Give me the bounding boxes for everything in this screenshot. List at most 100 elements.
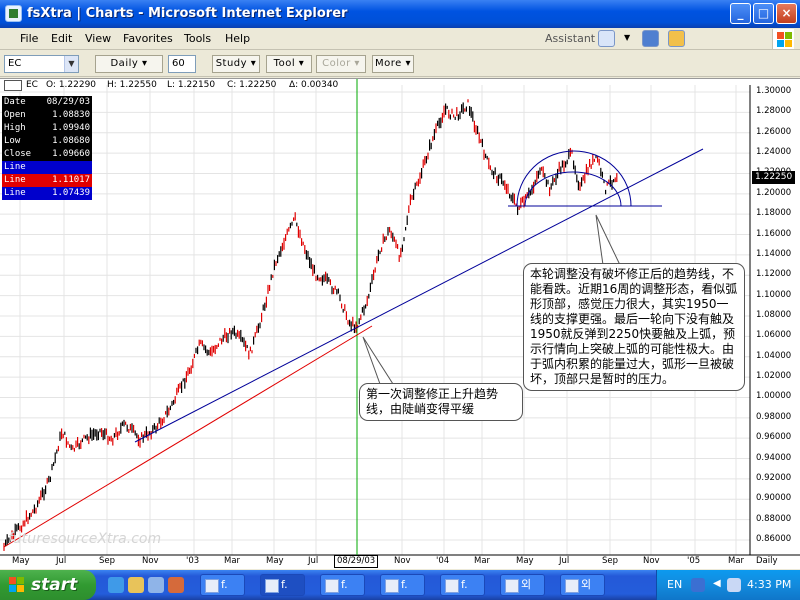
symbol-select[interactable]: EC ▼ bbox=[4, 55, 79, 73]
volume-icon[interactable] bbox=[727, 578, 741, 592]
x-tick-label: Mar bbox=[728, 556, 745, 566]
system-tray: EN ◀ 4:33 PM bbox=[656, 570, 800, 600]
start-button[interactable]: start bbox=[0, 570, 96, 600]
y-tick-label: 1.06000 bbox=[756, 330, 792, 341]
task-item-active[interactable]: f. bbox=[260, 574, 305, 596]
dropdown-arrow-icon[interactable]: ▼ bbox=[624, 33, 630, 42]
start-label: start bbox=[31, 575, 78, 595]
x-tick-label: Mar bbox=[474, 556, 491, 566]
media-icon[interactable] bbox=[168, 577, 184, 593]
x-tick-label: Jul bbox=[308, 556, 319, 566]
study-label: Study bbox=[215, 58, 248, 69]
y-tick-label: 1.04000 bbox=[756, 350, 792, 361]
minimize-button[interactable]: _ bbox=[730, 3, 751, 24]
y-tick-label: 1.12000 bbox=[756, 269, 792, 280]
y-tick-label: 0.96000 bbox=[756, 432, 792, 443]
assistant-label[interactable]: Assistant bbox=[545, 32, 595, 45]
info-open: O: 1.22290 bbox=[46, 80, 97, 90]
chart-type-icon[interactable] bbox=[4, 80, 22, 91]
watermark: futuresourceXtra.com bbox=[8, 531, 162, 547]
maximize-button[interactable]: □ bbox=[753, 3, 774, 24]
bars-input[interactable]: 60 bbox=[168, 55, 196, 73]
data-label: Low bbox=[4, 136, 21, 146]
x-tick-label: Nov bbox=[394, 556, 411, 566]
title-bar: fsXtra | Charts - Microsoft Internet Exp… bbox=[0, 0, 800, 28]
period-axis-label: Daily bbox=[756, 556, 778, 566]
current-price-tag: 1.22250 bbox=[752, 171, 796, 184]
menu-favorites[interactable]: Favorites bbox=[123, 32, 173, 45]
clock: 4:33 PM bbox=[747, 578, 792, 591]
task-item[interactable]: f. bbox=[320, 574, 365, 596]
x-tick-label: Jul bbox=[559, 556, 570, 566]
window-title: fsXtra | Charts - Microsoft Internet Exp… bbox=[27, 6, 348, 21]
y-tick-label: 1.18000 bbox=[756, 208, 792, 219]
symbol-value: EC bbox=[8, 58, 22, 69]
y-tick-label: 1.14000 bbox=[756, 248, 792, 259]
data-value: 1.09660 bbox=[52, 149, 90, 159]
messenger-icon[interactable] bbox=[668, 30, 685, 47]
chart-area[interactable]: EC O: 1.22290 H: 1.22550 L: 1.22150 C: 1… bbox=[0, 78, 800, 569]
menu-tools[interactable]: Tools bbox=[184, 32, 211, 45]
y-tick-label: 0.94000 bbox=[756, 452, 792, 463]
x-tick-label: Sep bbox=[602, 556, 619, 566]
y-tick-label: 1.00000 bbox=[756, 391, 792, 402]
x-tick-label: '05 bbox=[687, 556, 701, 566]
period-button[interactable]: Daily ▾ bbox=[95, 55, 163, 73]
taskbar: start f. f. f. f. f. 외 외 EN ◀ 4:33 PM bbox=[0, 570, 800, 600]
language-indicator[interactable]: EN bbox=[667, 578, 682, 591]
data-window: Date 08/29/03 Open 1.08830 High 1.09940 Low… bbox=[2, 96, 92, 200]
menu-view[interactable]: View bbox=[85, 32, 111, 45]
data-label: Line bbox=[4, 162, 26, 172]
more-label: More bbox=[375, 58, 402, 69]
y-tick-label: 0.86000 bbox=[756, 534, 792, 544]
info-delta: Δ: 0.00340 bbox=[289, 80, 339, 90]
data-row-high: High 1.09940 bbox=[2, 122, 92, 135]
y-tick-label: 1.20000 bbox=[756, 187, 792, 198]
desktop-icon[interactable] bbox=[148, 577, 164, 593]
task-item[interactable]: f. bbox=[200, 574, 245, 596]
tool-button[interactable]: Tool ▾ bbox=[266, 55, 312, 73]
data-label: Close bbox=[4, 149, 32, 159]
callout-right: 本轮调整没有破坏修正后的趋势线，不能看跌。近期16周的调整形态，看似弧形顶部，感… bbox=[523, 263, 745, 391]
menu-file[interactable]: File bbox=[20, 32, 38, 45]
task-item[interactable]: 외 bbox=[560, 574, 605, 596]
data-row-close: Close 1.09660 bbox=[2, 148, 92, 161]
book-icon[interactable] bbox=[642, 30, 659, 47]
data-row-open: Open 1.08830 bbox=[2, 109, 92, 122]
y-tick-label: 1.08000 bbox=[756, 310, 792, 320]
x-tick-label: May bbox=[12, 556, 30, 566]
right-callout-pointer bbox=[595, 214, 621, 266]
color-button[interactable]: Color ▾ bbox=[316, 55, 366, 73]
data-value: 1.08830 bbox=[52, 110, 90, 120]
ie-icon[interactable] bbox=[108, 577, 124, 593]
study-button[interactable]: Study ▾ bbox=[212, 55, 260, 73]
y-tick-label: 1.10000 bbox=[756, 289, 792, 300]
x-tick-label: Mar bbox=[224, 556, 241, 566]
menu-edit[interactable]: Edit bbox=[51, 32, 72, 45]
x-tick-label: May bbox=[266, 556, 284, 566]
x-tick-label: Nov bbox=[142, 556, 159, 566]
chevron-down-icon[interactable]: ▼ bbox=[64, 56, 78, 72]
y-tick-label: 1.02000 bbox=[756, 371, 792, 382]
tray-icon[interactable] bbox=[691, 578, 705, 592]
x-tick-label: '04 bbox=[436, 556, 450, 566]
x-tick-label: Nov bbox=[643, 556, 660, 566]
more-button[interactable]: More ▾ bbox=[372, 55, 414, 73]
app-icon bbox=[5, 5, 22, 22]
info-close: C: 1.22250 bbox=[227, 80, 277, 90]
task-item[interactable]: 외 bbox=[500, 574, 545, 596]
data-label: High bbox=[4, 123, 26, 133]
tray-chevron-icon[interactable]: ◀ bbox=[713, 578, 721, 589]
task-item[interactable]: f. bbox=[440, 574, 485, 596]
folder-icon[interactable] bbox=[128, 577, 144, 593]
check-icon[interactable] bbox=[598, 30, 615, 47]
info-high: H: 1.22550 bbox=[107, 80, 157, 90]
data-value: 1.08680 bbox=[52, 136, 90, 146]
close-button[interactable]: × bbox=[776, 3, 797, 24]
outer-arc bbox=[516, 150, 632, 207]
data-label: Line bbox=[4, 175, 26, 185]
menu-help[interactable]: Help bbox=[225, 32, 250, 45]
data-label: Open bbox=[4, 110, 26, 120]
quote-info-bar: EC O: 1.22290 H: 1.22550 L: 1.22150 C: 1… bbox=[0, 79, 400, 93]
task-item[interactable]: f. bbox=[380, 574, 425, 596]
